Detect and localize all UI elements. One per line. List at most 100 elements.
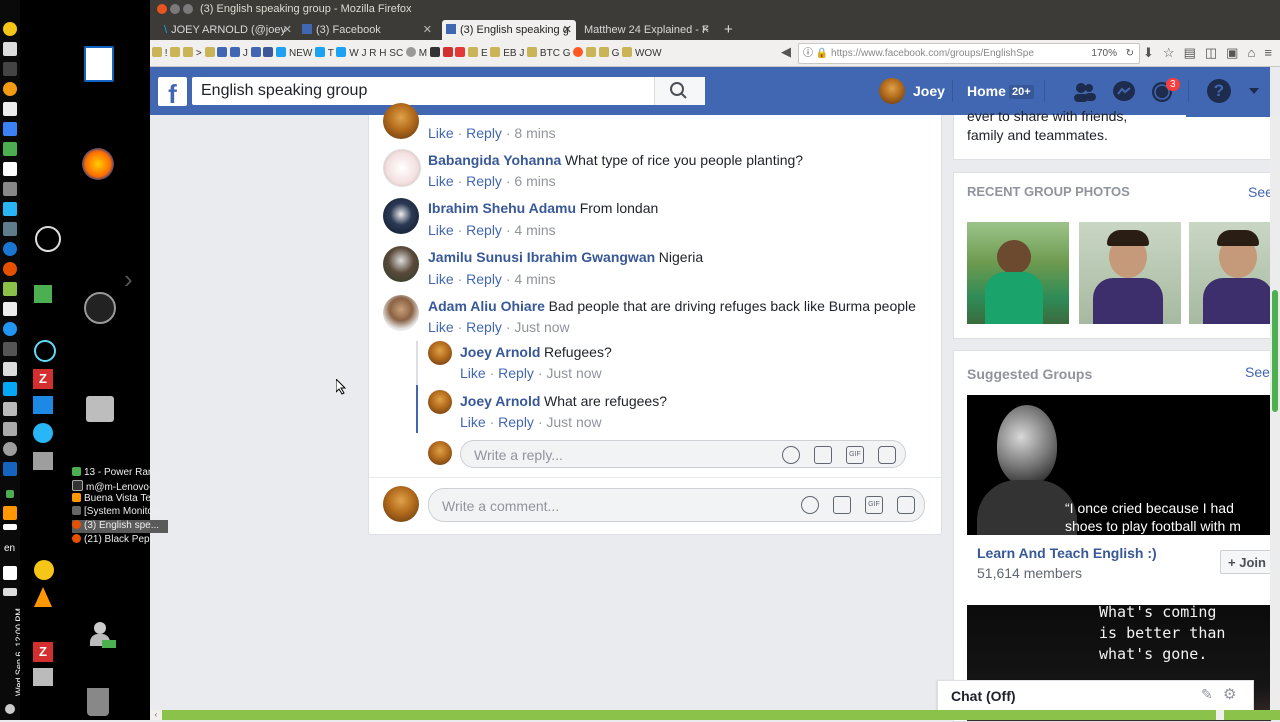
gif-icon[interactable]: GIF [865,496,883,514]
scroll-left-icon[interactable]: ‹ [150,710,162,720]
editor-icon[interactable] [3,102,17,116]
close-tab-icon[interactable]: ✕ [423,20,432,40]
archive-icon[interactable] [86,396,114,422]
sticker-icon[interactable] [878,446,896,464]
chromium-icon[interactable] [3,322,17,336]
user-arrow-icon[interactable] [88,622,116,652]
bookmark-icon[interactable] [429,47,440,57]
reply-link[interactable]: Reply [466,222,502,238]
trash-icon[interactable] [87,688,109,716]
messenger-icon[interactable] [1112,80,1136,104]
minimize-window-button[interactable] [170,4,180,14]
bottom-scrollbar[interactable]: ‹ [150,710,1280,720]
grid-icon[interactable] [3,162,17,176]
document-icon[interactable] [3,42,17,56]
reply-link[interactable]: Reply [466,125,502,141]
app-icon[interactable] [3,442,17,456]
scroll-right-area[interactable] [1216,710,1224,720]
reply-time[interactable]: Just now [546,365,601,381]
app-icon[interactable] [34,285,52,303]
twitter-icon[interactable] [315,47,326,57]
reply-link[interactable]: Reply [466,173,502,189]
reload-icon[interactable]: ↻ [1126,44,1134,63]
globe-icon[interactable] [3,242,17,256]
group-photo[interactable] [1079,222,1181,324]
friend-requests-icon[interactable] [1072,80,1096,104]
bookmark-list-icon[interactable]: ▤ [1184,45,1205,60]
reply-author[interactable]: Joey Arnold [460,344,540,360]
app-icon[interactable] [33,396,53,414]
home-icon[interactable]: ⌂ [1247,45,1264,60]
folder-icon[interactable] [622,47,633,57]
reply-avatar[interactable] [428,341,452,365]
comment-time[interactable]: 8 mins [514,125,555,141]
comment-author[interactable]: Babangida Yohanna [428,152,561,168]
new-tab-button[interactable]: + [724,20,740,40]
star-icon[interactable]: ☆ [1163,45,1184,60]
facebook-icon[interactable] [250,47,261,57]
app-icon[interactable] [33,452,53,470]
emoji-icon[interactable] [782,446,800,464]
comment-avatar[interactable] [383,149,421,187]
language-indicator[interactable]: en [4,543,15,554]
profile-link[interactable]: Joey [913,83,945,99]
home-link[interactable]: Home [967,83,1006,99]
telegram-icon[interactable] [33,423,53,443]
close-tab-icon[interactable]: ✕ [701,20,710,40]
back-button[interactable]: ◀ [781,44,791,60]
chat-sidebar-tab[interactable]: Chat (Off) ✎ ⚙ [937,680,1254,712]
globe-icon[interactable] [405,47,416,57]
comment-author[interactable]: Ibrahim Shehu Adamu [428,200,576,216]
youtube-icon[interactable]: ▣ [1226,45,1247,60]
like-link[interactable]: Like [428,319,454,335]
group-photo[interactable] [1189,222,1271,324]
folder-icon[interactable] [586,47,597,57]
facebook-icon[interactable] [217,47,228,57]
folder-icon[interactable] [598,47,609,57]
folder-icon[interactable] [527,47,538,57]
folder-icon[interactable] [204,47,215,57]
filezilla-icon[interactable]: Z [33,642,53,662]
folder-icon[interactable] [183,47,194,57]
camera-icon[interactable] [833,496,851,514]
info-icon[interactable]: ⓘ [803,48,813,59]
filezilla-icon[interactable]: Z [33,369,53,389]
tab[interactable]: \ JOEY ARNOLD (@joey ✕ [164,20,296,40]
comment-time[interactable]: Just now [514,319,569,335]
tab[interactable]: (3) Facebook ✕ [302,20,436,40]
emoji-icon[interactable] [801,496,819,514]
vlc-icon[interactable] [34,587,52,607]
page-scrollbar[interactable] [1270,115,1280,710]
calendar-icon[interactable] [3,122,17,136]
twitter-icon[interactable] [276,47,287,57]
reply-link[interactable]: Reply [498,414,534,430]
scrollbar-thumb[interactable] [1272,290,1278,412]
comment-avatar[interactable] [383,198,419,234]
close-tab-icon[interactable]: ✕ [283,20,292,40]
folder-icon[interactable] [490,47,501,57]
zoom-level[interactable]: 170% [1091,44,1117,63]
tab[interactable]: Matthew 24 Explained - F ✕ [584,20,714,40]
spreadsheet-icon[interactable] [3,142,17,156]
reply-author[interactable]: Joey Arnold [460,393,540,409]
app-icon[interactable] [3,462,17,476]
reply-link[interactable]: Reply [466,271,502,287]
app-icon[interactable] [3,302,17,316]
group-photo[interactable] [967,222,1069,324]
reply-link[interactable]: Reply [466,319,502,335]
bitcoin-icon[interactable] [3,82,17,96]
gif-icon[interactable]: GIF [846,446,864,464]
chevron-right-icon[interactable]: › [124,264,133,295]
tab-active[interactable]: (3) English speaking g ✕ [442,20,576,40]
group-name-link[interactable]: Learn And Teach English :) [977,545,1157,561]
like-link[interactable]: Like [428,271,454,287]
volume-icon[interactable] [3,566,17,580]
app-icon[interactable] [3,382,17,396]
bookmark-icon[interactable] [573,47,584,57]
see-all-link[interactable]: See [1245,364,1270,380]
terminal-icon[interactable] [3,222,17,236]
power-icon[interactable] [5,704,15,714]
youtube-icon[interactable] [455,47,466,57]
writer-document-icon[interactable] [84,46,114,82]
app-icon[interactable] [3,362,17,376]
